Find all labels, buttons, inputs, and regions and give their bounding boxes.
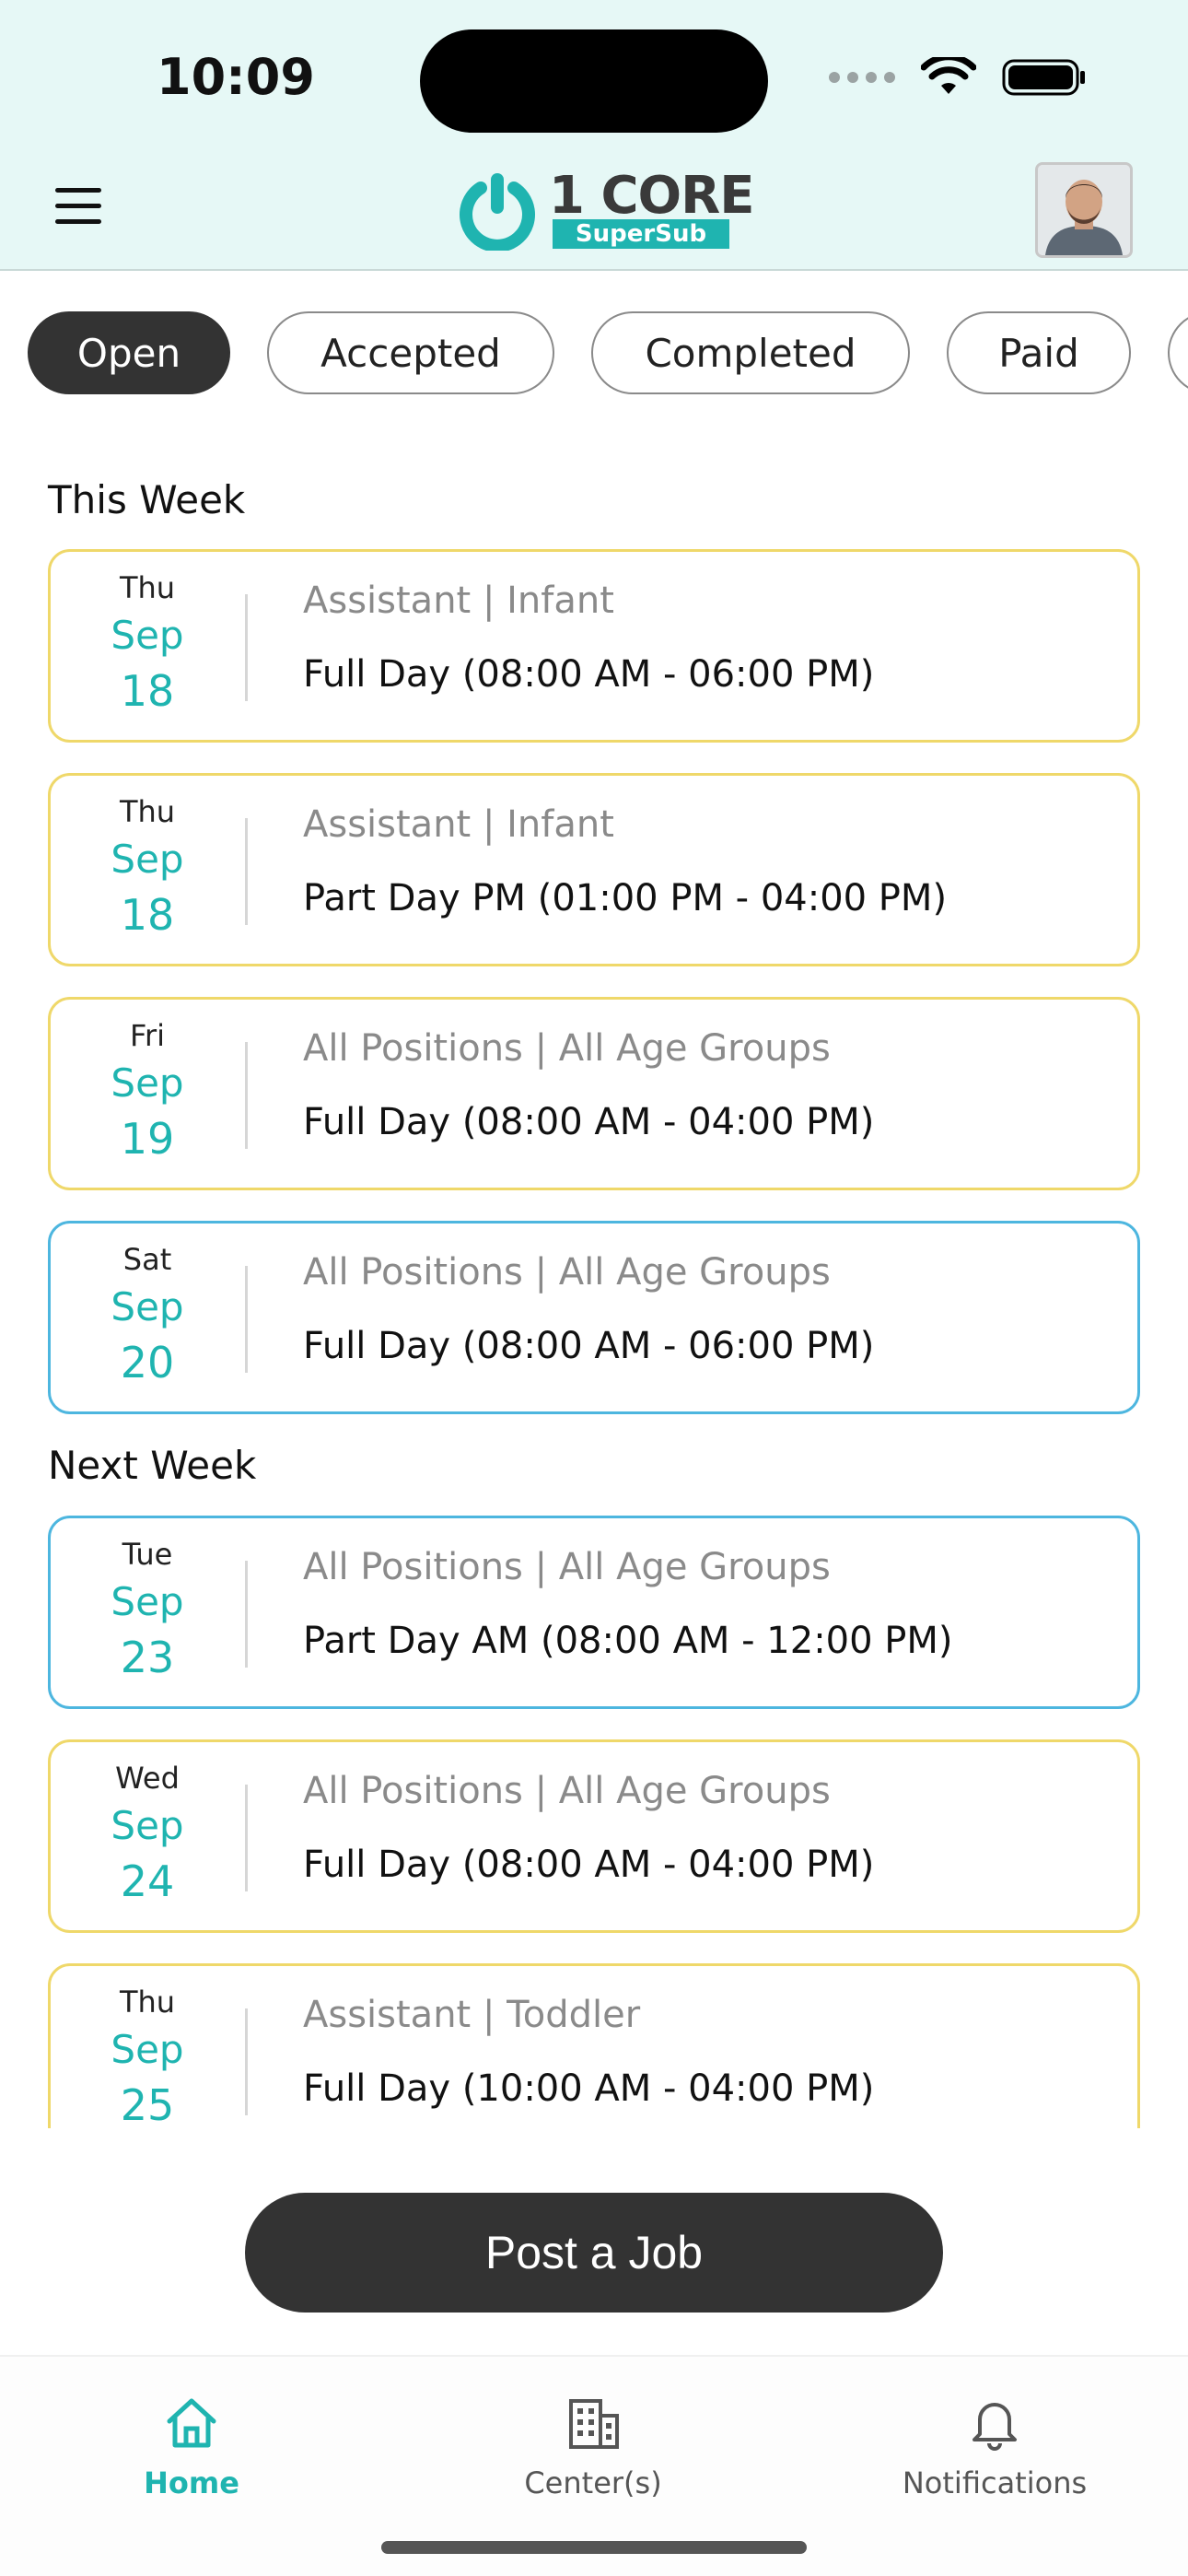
job-date: Fri Sep 19 [51, 1000, 244, 1188]
job-date: Wed Sep 24 [51, 1742, 244, 1930]
app-logo: 1 CORE SuperSub [457, 166, 755, 251]
screen: 10:09 1 CORE SuperSub Open Accepted Comp… [0, 0, 1188, 2576]
job-day: 18 [120, 666, 175, 716]
tab-accepted[interactable]: Accepted [267, 311, 554, 394]
job-date: Thu Sep 25 [51, 1966, 244, 2128]
divider [245, 2008, 248, 2115]
job-day: 20 [120, 1338, 175, 1388]
building-icon [569, 2399, 619, 2449]
cellular-signal-icon [829, 72, 895, 83]
job-role: All Positions | All Age Groups [303, 1546, 831, 1588]
divider [245, 1042, 248, 1149]
section-title-next-week: Next Week [48, 1443, 257, 1488]
job-weekday: Fri [129, 1018, 166, 1053]
bell-icon [973, 2403, 1017, 2451]
job-date: Tue Sep 23 [51, 1518, 244, 1706]
job-role: Assistant | Infant [303, 580, 614, 622]
job-weekday: Thu [119, 1985, 176, 2020]
status-icons [829, 57, 1087, 98]
job-month: Sep [111, 2027, 184, 2072]
nav-label-notifications: Notifications [902, 2465, 1088, 2500]
job-role: Assistant | Toddler [303, 1994, 641, 2036]
nav-item-centers[interactable]: Center(s) [455, 2394, 731, 2500]
job-role: All Positions | All Age Groups [303, 1027, 831, 1070]
job-weekday: Sat [122, 1242, 172, 1277]
job-shift: Part Day AM (08:00 AM - 12:00 PM) [303, 1620, 953, 1662]
logo-text: 1 CORE [549, 166, 755, 226]
avatar[interactable] [1035, 162, 1133, 258]
job-card[interactable]: Wed Sep 24 All Positions | All Age Group… [48, 1739, 1140, 1933]
job-card[interactable]: Sat Sep 20 All Positions | All Age Group… [48, 1221, 1140, 1414]
job-shift: Full Day (08:00 AM - 06:00 PM) [303, 1325, 875, 1367]
job-date: Thu Sep 18 [51, 552, 244, 740]
job-weekday: Thu [119, 570, 176, 605]
logo-subtext: SuperSub [553, 219, 729, 249]
job-role: All Positions | All Age Groups [303, 1770, 831, 1812]
job-date: Sat Sep 20 [51, 1224, 244, 1411]
power-logo-icon [460, 173, 535, 251]
job-day: 23 [120, 1633, 175, 1682]
job-list: This Week Thu Sep 18 Assistant | Infant … [0, 433, 1188, 2128]
job-month: Sep [111, 613, 184, 658]
nav-item-notifications[interactable]: Notifications [856, 2394, 1133, 2500]
filter-tabs: Open Accepted Completed Paid [0, 311, 1188, 394]
nav-item-home[interactable]: Home [53, 2394, 330, 2500]
job-day: 25 [120, 2080, 175, 2128]
job-shift: Part Day PM (01:00 PM - 04:00 PM) [303, 877, 948, 919]
tab-completed[interactable]: Completed [591, 311, 910, 394]
job-shift: Full Day (10:00 AM - 04:00 PM) [303, 2067, 875, 2110]
job-weekday: Thu [119, 794, 176, 829]
job-month: Sep [111, 1803, 184, 1848]
status-time: 10:09 [157, 48, 315, 106]
nav-label-home: Home [144, 2465, 239, 2500]
home-icon [167, 2398, 216, 2448]
job-shift: Full Day (08:00 AM - 06:00 PM) [303, 653, 875, 696]
job-card[interactable]: Tue Sep 23 All Positions | All Age Group… [48, 1516, 1140, 1709]
battery-icon [1002, 59, 1085, 96]
menu-icon[interactable] [55, 188, 101, 225]
app-header: 10:09 1 CORE SuperSub [0, 0, 1188, 271]
wifi-icon [921, 57, 976, 94]
divider [245, 1785, 248, 1891]
job-day: 18 [120, 890, 175, 940]
section-title-this-week: This Week [48, 477, 246, 522]
divider [245, 1561, 248, 1668]
job-month: Sep [111, 1060, 184, 1106]
home-indicator[interactable] [381, 2541, 807, 2554]
job-role: Assistant | Infant [303, 803, 614, 846]
divider [245, 594, 248, 701]
job-shift: Full Day (08:00 AM - 04:00 PM) [303, 1101, 875, 1143]
job-day: 24 [120, 1856, 175, 1906]
divider [245, 1266, 248, 1373]
job-month: Sep [111, 1579, 184, 1624]
job-month: Sep [111, 837, 184, 882]
job-weekday: Wed [115, 1761, 180, 1796]
job-card[interactable]: Thu Sep 18 Assistant | Infant Full Day (… [48, 549, 1140, 743]
tab-more[interactable] [1168, 311, 1188, 394]
job-weekday: Tue [122, 1537, 173, 1572]
job-month: Sep [111, 1284, 184, 1329]
job-date: Thu Sep 18 [51, 776, 244, 964]
tab-open[interactable]: Open [28, 311, 230, 394]
dynamic-island [420, 29, 768, 133]
job-role: All Positions | All Age Groups [303, 1251, 831, 1294]
nav-label-centers: Center(s) [524, 2465, 662, 2500]
tab-paid[interactable]: Paid [947, 311, 1131, 394]
job-day: 19 [120, 1114, 175, 1164]
divider [245, 818, 248, 925]
post-job-button[interactable]: Post a Job [245, 2193, 943, 2313]
job-shift: Full Day (08:00 AM - 04:00 PM) [303, 1844, 875, 1886]
job-card[interactable]: Fri Sep 19 All Positions | All Age Group… [48, 997, 1140, 1190]
job-card[interactable]: Thu Sep 25 Assistant | Toddler Full Day … [48, 1963, 1140, 2128]
job-card[interactable]: Thu Sep 18 Assistant | Infant Part Day P… [48, 773, 1140, 966]
